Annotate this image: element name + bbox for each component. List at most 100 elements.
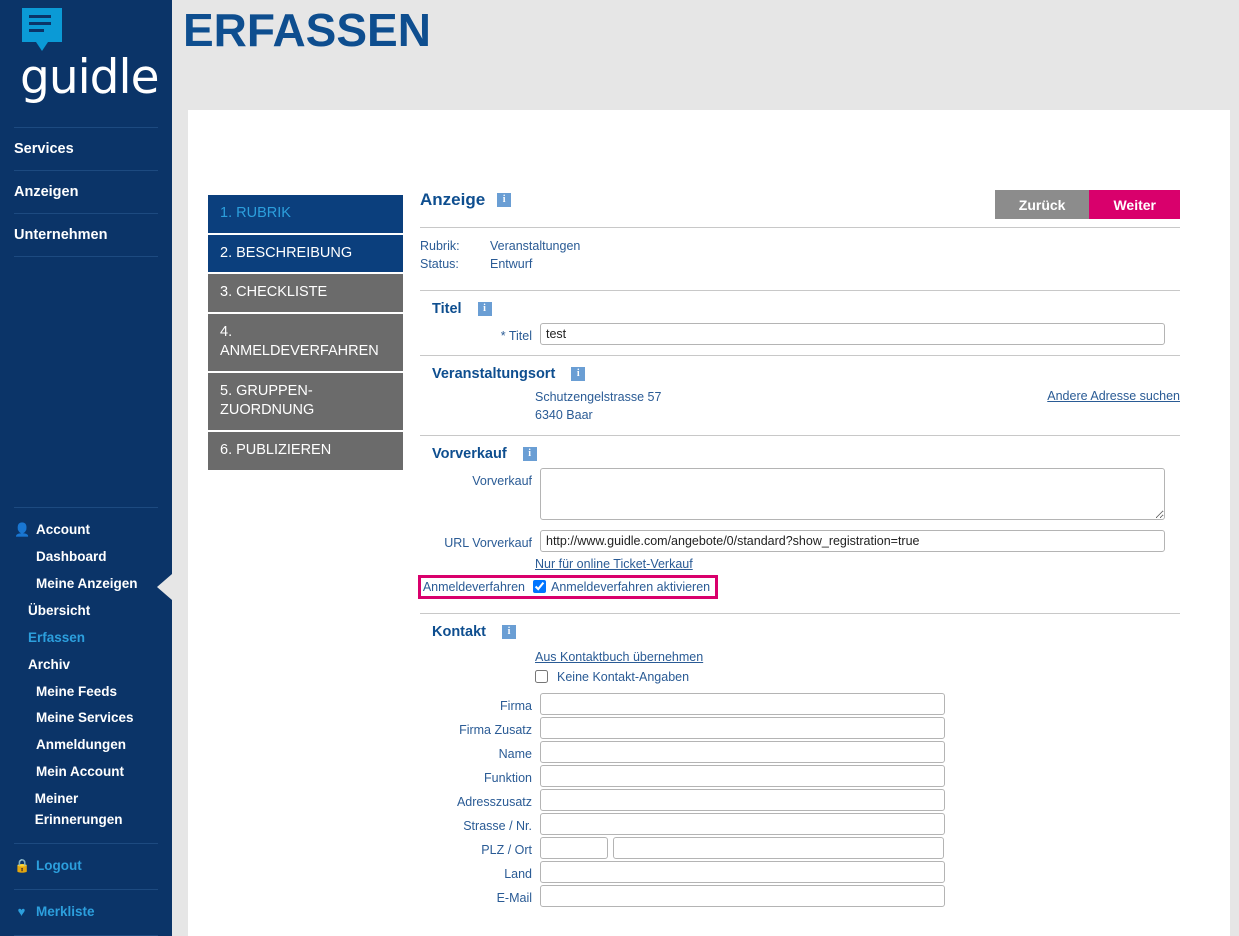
sidebar-item-label: Meiner Erinnerungen	[34, 791, 123, 828]
sidebar-item-label: Erfassen	[28, 629, 86, 645]
adresszusatz-label: Adresszusatz	[456, 794, 532, 809]
divider	[14, 256, 158, 257]
anmeldeverfahren-highlight: Anmeldeverfahren Anmeldeverfahren aktivi…	[418, 574, 718, 599]
step-navigation: 1. RUBRIK 2. BESCHREIBUNG 3. CHECKLISTE …	[208, 195, 403, 472]
field-name: Name	[420, 740, 1180, 763]
field-funktion: Funktion	[420, 764, 1180, 787]
anmeldeverfahren-label: Anmeldeverfahren	[422, 579, 525, 594]
form-panel: Anzeige i Zurück Weiter Rubrik: Status: …	[418, 190, 1180, 909]
sidebar-item-erfassen[interactable]: Erfassen	[0, 625, 172, 652]
section-title-vorverkauf: Vorverkauf	[432, 445, 507, 462]
ort-input[interactable]	[613, 836, 944, 859]
sidebar-active-pointer-icon	[157, 574, 172, 600]
sidebar-item-account[interactable]: 👤 Account	[0, 517, 172, 544]
anzeige-meta: Rubrik: Status: Veranstaltungen Entwurf	[420, 228, 1180, 282]
aus-kontaktbuch-uebernehmen-link[interactable]: Aus Kontaktbuch übernehmen	[535, 650, 703, 664]
sidebar-item-meine-services[interactable]: Meine Services	[0, 705, 172, 732]
sidebar-item-label: Meine Feeds	[36, 683, 118, 699]
name-label: Name	[498, 746, 532, 761]
section-title-kontakt: Kontakt	[432, 623, 486, 640]
email-input[interactable]	[540, 884, 945, 907]
sidebar-item-label: Merkliste	[36, 903, 95, 919]
sidebar-item-anzeigen[interactable]: Anzeigen	[0, 171, 172, 213]
url-vorverkauf-input[interactable]	[540, 529, 1165, 552]
step-5-gruppen-zuordnung[interactable]: 5. GRUPPEN-ZUORDNUNG	[208, 372, 403, 430]
info-icon[interactable]: i	[501, 624, 516, 639]
land-input[interactable]	[540, 860, 945, 883]
sidebar-item-anmeldungen[interactable]: Anmeldungen	[0, 732, 172, 759]
field-titel: * Titel	[420, 323, 1180, 346]
next-button[interactable]: Weiter	[1089, 190, 1180, 219]
sidebar-item-meine-feeds[interactable]: Meine Feeds	[0, 679, 172, 706]
sidebar-item-label: Meine Services	[36, 710, 134, 726]
rubrik-label: Rubrik:	[420, 239, 460, 253]
info-icon[interactable]: i	[497, 193, 512, 207]
wizard-buttons: Zurück Weiter	[994, 190, 1180, 219]
sidebar-item-merkliste[interactable]: ♥ Merkliste	[0, 899, 172, 926]
sidebar-item-uebersicht[interactable]: Übersicht	[0, 598, 172, 625]
andere-adresse-suchen-link[interactable]: Andere Adresse suchen	[1047, 386, 1180, 425]
info-icon[interactable]: i	[477, 302, 492, 317]
field-land: Land	[420, 860, 1180, 883]
strasse-nr-input[interactable]	[540, 812, 945, 835]
sidebar-item-services[interactable]: Services	[0, 128, 172, 170]
info-icon[interactable]: i	[522, 446, 537, 461]
step-4-anmeldeverfahren[interactable]: 4. ANMELDEVERFAHREN	[208, 313, 403, 371]
application-window: guidle Services Anzeigen Unternehmen 👤 A…	[0, 0, 1239, 936]
anmeldeverfahren-checkbox[interactable]	[533, 580, 546, 594]
back-button[interactable]: Zurück	[994, 190, 1090, 219]
venue-address: Schutzengelstrasse 57 6340 Baar	[420, 386, 661, 425]
step-1-rubrik[interactable]: 1. RUBRIK	[208, 195, 403, 233]
venue-address-line1: Schutzengelstrasse 57	[535, 390, 662, 405]
sidebar-item-meiner-erinnerungen[interactable]: Meiner Erinnerungen	[0, 786, 172, 834]
sidebar-item-dashboard[interactable]: Dashboard	[0, 544, 172, 571]
content-card: 1. RUBRIK 2. BESCHREIBUNG 3. CHECKLISTE …	[188, 110, 1230, 936]
titel-input[interactable]	[540, 323, 1165, 346]
field-adresszusatz: Adresszusatz	[420, 788, 1180, 811]
step-2-beschreibung[interactable]: 2. BESCHREIBUNG	[208, 234, 403, 273]
firma-input[interactable]	[540, 692, 945, 715]
name-input[interactable]	[540, 740, 945, 763]
sidebar-item-meine-anzeigen[interactable]: Meine Anzeigen	[0, 571, 172, 598]
kontakt-fields: Firma Firma Zusatz Name Funktion Adressz…	[420, 692, 1180, 907]
step-3-checkliste[interactable]: 3. CHECKLISTE	[208, 274, 403, 312]
strasse-nr-label: Strasse / Nr.	[463, 818, 532, 833]
venue-address-line2: 6340 Baar	[535, 408, 593, 422]
sidebar-item-logout[interactable]: 🔒 Logout	[0, 853, 172, 880]
sidebar-item-label: Anmeldungen	[36, 737, 126, 753]
sidebar-item-archiv[interactable]: Archiv	[0, 652, 172, 679]
kontaktbuch-row: Aus Kontaktbuch übernehmen	[420, 650, 1180, 664]
keine-kontakt-angaben-checkbox[interactable]	[535, 670, 548, 684]
sidebar-item-mein-account[interactable]: Mein Account	[0, 759, 172, 786]
titel-label: * Titel	[500, 329, 532, 344]
page-header: ERFASSEN	[172, 0, 1239, 110]
form-header: Anzeige i Zurück Weiter	[420, 190, 1180, 219]
anmeldeverfahren-checkbox-label: Anmeldeverfahren aktivieren	[551, 579, 711, 594]
sidebar-item-unternehmen[interactable]: Unternehmen	[0, 214, 172, 256]
section-titel: Titel i	[420, 291, 1180, 321]
sidebar-item-label: Mein Account	[36, 764, 125, 780]
sidebar: guidle Services Anzeigen Unternehmen 👤 A…	[0, 0, 172, 936]
firma-zusatz-label: Firma Zusatz	[459, 722, 532, 737]
section-kontakt: Kontakt i	[420, 614, 1180, 644]
speech-bubble-icon	[22, 8, 68, 51]
field-strasse-nr: Strasse / Nr.	[420, 812, 1180, 835]
funktion-input[interactable]	[540, 764, 945, 787]
vorverkauf-textarea[interactable]	[540, 467, 1165, 520]
firma-zusatz-input[interactable]	[540, 716, 945, 739]
page-title: ERFASSEN	[183, 4, 431, 56]
url-vorverkauf-hint[interactable]: Nur für online Ticket-Verkauf	[420, 554, 1180, 571]
section-vorverkauf: Vorverkauf i	[420, 436, 1180, 466]
field-firma-zusatz: Firma Zusatz	[420, 716, 1180, 739]
info-icon[interactable]: i	[571, 367, 586, 382]
step-6-publizieren[interactable]: 6. PUBLIZIEREN	[208, 431, 403, 470]
adresszusatz-input[interactable]	[540, 788, 945, 811]
field-plz-ort: PLZ / Ort	[420, 836, 1180, 859]
plz-ort-label: PLZ / Ort	[481, 842, 532, 857]
field-url-vorverkauf: URL Vorverkauf	[420, 529, 1180, 552]
keine-kontakt-angaben-row: Keine Kontakt-Angaben	[420, 670, 1180, 684]
brand-logo[interactable]: guidle	[0, 0, 172, 101]
sidebar-item-label: Meine Anzeigen	[36, 575, 138, 591]
url-vorverkauf-label: URL Vorverkauf	[444, 535, 532, 550]
plz-input[interactable]	[540, 836, 608, 859]
